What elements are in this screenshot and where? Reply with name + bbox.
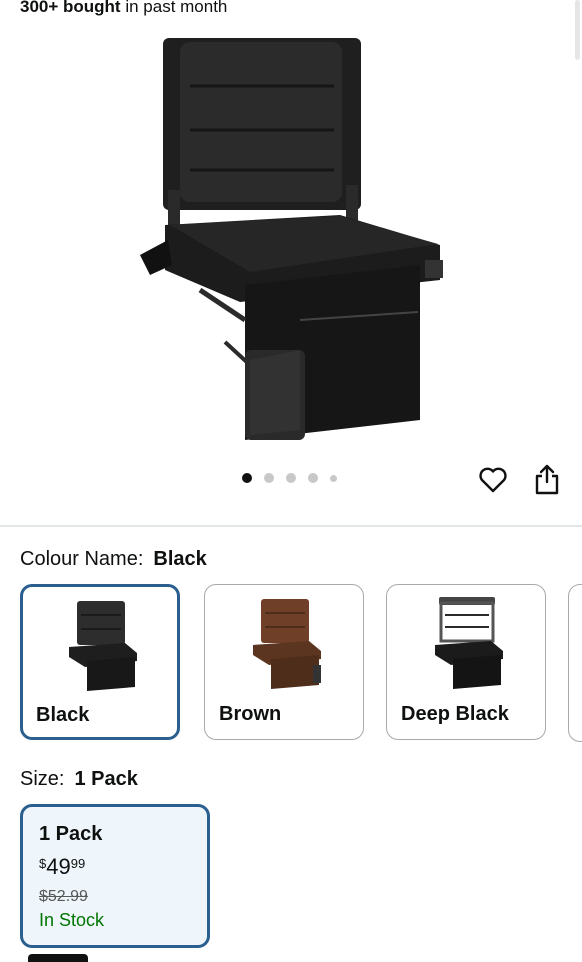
gallery-pagination[interactable] — [242, 473, 337, 483]
colour-option-label: Deep Black — [401, 703, 509, 725]
gallery-dot[interactable] — [286, 473, 296, 483]
bottom-handle — [28, 954, 88, 962]
bought-count-number: 300+ bought — [20, 0, 121, 16]
gallery-dot[interactable] — [242, 473, 252, 483]
colour-label-text: Colour Name: — [20, 548, 144, 570]
price-symbol: $ — [39, 856, 47, 871]
colour-thumbnail — [435, 597, 503, 689]
colour-option-label: Brown — [219, 703, 282, 725]
size-selected-value: 1 Pack — [74, 768, 138, 790]
colour-option-brown[interactable]: Brown — [204, 584, 364, 740]
price: $4999 — [39, 854, 207, 880]
colour-thumbnail — [253, 599, 321, 689]
heart-icon[interactable] — [478, 465, 508, 495]
colour-name-label: Colour Name: Black — [20, 548, 207, 571]
original-price: $52.99 — [39, 888, 88, 905]
price-whole: 49 — [46, 854, 71, 879]
share-icon[interactable] — [532, 462, 562, 496]
stock-status: In Stock — [39, 910, 105, 930]
bought-count: 300+ bought in past month — [20, 0, 227, 17]
gallery-dot[interactable] — [264, 473, 274, 483]
colour-option-black[interactable]: Black — [20, 584, 180, 740]
size-label: Size: 1 Pack — [20, 768, 138, 791]
colour-option-label: Black — [36, 704, 90, 726]
colour-thumbnail — [69, 601, 137, 691]
gallery-dot[interactable] — [308, 473, 318, 483]
product-image[interactable] — [0, 20, 582, 460]
colour-option-deep-black[interactable]: Deep Black — [386, 584, 546, 740]
price-cents: 99 — [70, 856, 86, 871]
colour-option-more[interactable] — [568, 584, 582, 742]
bought-count-suffix: in past month — [120, 0, 228, 16]
size-label-text: Size: — [20, 768, 65, 790]
size-option-title: 1 Pack — [39, 823, 103, 845]
gallery-dot[interactable] — [330, 474, 337, 482]
size-option-1-pack[interactable]: 1 Pack $4999 $52.99 In Stock — [20, 804, 210, 948]
section-divider — [0, 525, 582, 527]
colour-selected-value: Black — [153, 548, 207, 570]
